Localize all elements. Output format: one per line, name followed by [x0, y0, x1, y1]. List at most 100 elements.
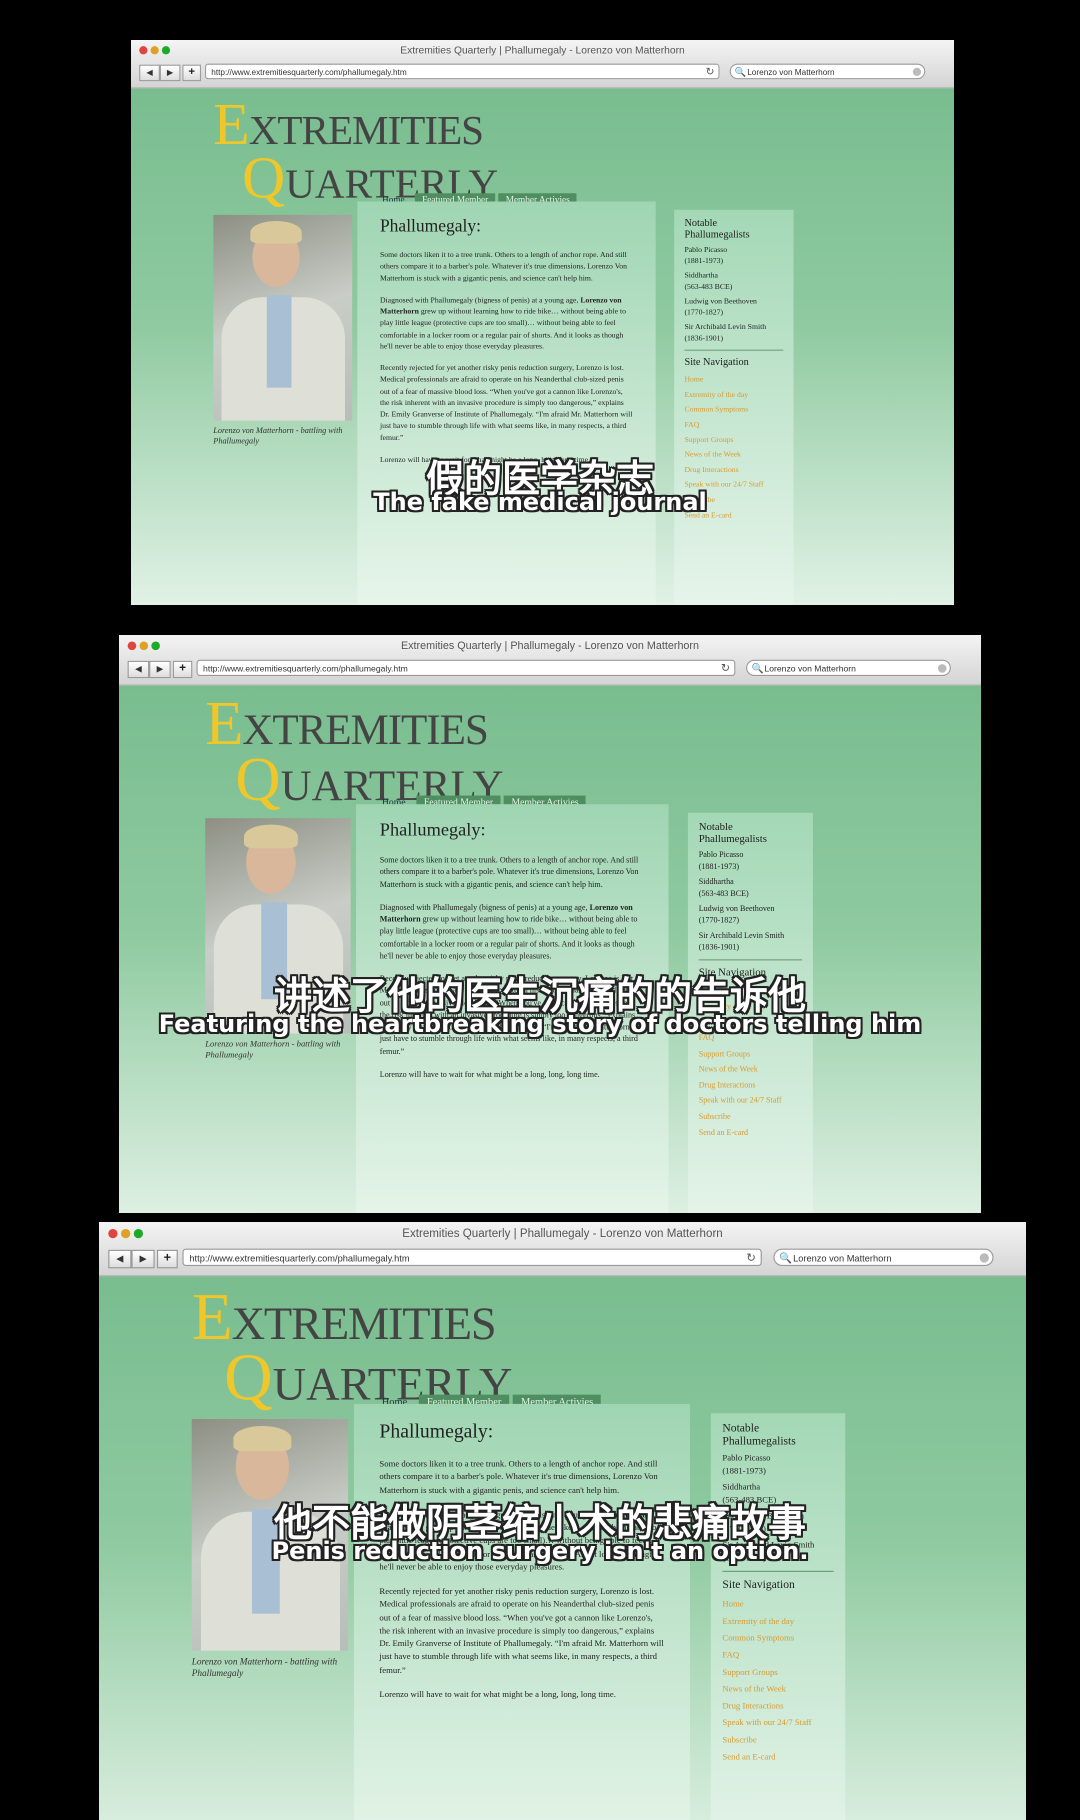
article-paragraph: Lorenzo will have to wait for what might…	[379, 1068, 600, 1079]
notable-entry: Sir Archibald Levin Smith (1836-1901)	[699, 930, 802, 953]
nav-link[interactable]: Speak with our 24/7 Staff	[699, 1093, 802, 1109]
notable-years: (563-483 BCE)	[698, 887, 749, 898]
notable-entry: Sir Archibald Levin Smith (1836-1901)	[684, 322, 783, 344]
browser-window: Extremities Quarterly | Phallumegaly - L…	[131, 40, 954, 605]
article-paragraph: Recently rejected for yet another risky …	[379, 1585, 664, 1675]
site-navigation-list: Home Extremity of the day Common Symptoms F…	[722, 1596, 833, 1765]
notable-list: Pablo Picasso (1881-1973) Siddhartha (563-4…	[699, 849, 802, 952]
notable-name: Siddhartha	[698, 876, 734, 887]
web-page: EXTREMITIES QUARTERLY Home Featured Memb…	[131, 88, 954, 605]
nav-link[interactable]: Drug Interactions	[722, 1698, 833, 1715]
browser-titlebar: Extremities Quarterly | Phallumegaly - L…	[99, 1222, 1026, 1277]
notable-years: (1881-1973)	[698, 860, 740, 871]
site-logo[interactable]: EXTREMITIES QUARTERLY	[205, 692, 503, 811]
notable-entry: Ludwig von Beethoven (1770-1827)	[699, 903, 802, 926]
nav-link[interactable]: Support Groups	[699, 1046, 802, 1062]
address-bar[interactable]: http://www.extremitiesquarterly.com/phal…	[182, 1248, 762, 1267]
nav-link[interactable]: Send an E-card	[699, 1125, 802, 1141]
nav-link[interactable]: Home	[684, 372, 783, 387]
nav-link[interactable]: News of the Week	[722, 1681, 833, 1698]
add-bookmark-button[interactable]: +	[156, 1249, 178, 1269]
nav-link[interactable]: Drug Interactions	[699, 1078, 802, 1094]
forward-button[interactable]: ▶	[159, 64, 181, 82]
reload-icon[interactable]: ↻	[706, 65, 715, 80]
reload-icon[interactable]: ↻	[721, 661, 730, 677]
nav-link[interactable]: Extremity of the day	[684, 387, 783, 402]
url-text: http://www.extremitiesquarterly.com/phal…	[189, 1253, 410, 1264]
notable-years: (1836-1901)	[684, 332, 724, 342]
subtitle-english: Featuring the heartbreaking story of doc…	[158, 1010, 922, 1038]
clear-search-icon[interactable]	[979, 1253, 989, 1263]
search-text: Lorenzo von Matterhorn	[793, 1253, 892, 1264]
nav-link[interactable]: Send an E-card	[722, 1749, 833, 1766]
search-field[interactable]: 🔍 Lorenzo von Matterhorn	[746, 659, 951, 676]
search-field[interactable]: 🔍 Lorenzo von Matterhorn	[729, 63, 926, 80]
video-frame-screenshot: Extremities Quarterly | Phallumegaly - L…	[131, 40, 954, 605]
search-icon: 🔍	[779, 1252, 793, 1264]
notable-entry: Ludwig von Beethoven (1770-1827)	[684, 296, 783, 318]
sidebar: Notable Phallumegalists Pablo Picasso (18…	[710, 1413, 846, 1820]
nav-link[interactable]: Support Groups	[722, 1664, 833, 1681]
nav-link[interactable]: Common Symptoms	[684, 402, 783, 417]
nav-link[interactable]: FAQ	[684, 417, 783, 432]
add-bookmark-button[interactable]: +	[172, 660, 193, 679]
logo-cap-q: Q	[224, 1339, 273, 1415]
notable-name: Ludwig von Beethoven	[698, 903, 775, 913]
window-title: Extremities Quarterly | Phallumegaly - L…	[400, 45, 685, 57]
article-heading: Phallumegaly:	[379, 215, 482, 236]
nav-link[interactable]: News of the Week	[699, 1062, 802, 1078]
browser-titlebar: Extremities Quarterly | Phallumegaly - L…	[131, 40, 954, 89]
nav-link[interactable]: Home	[722, 1596, 833, 1613]
clear-search-icon[interactable]	[937, 664, 947, 673]
notable-years: (1881-1973)	[684, 255, 724, 265]
notable-name: Sir Archibald Levin Smith	[684, 321, 767, 332]
site-logo[interactable]: EXTREMITIES QUARTERLY	[192, 1283, 513, 1410]
clear-search-icon[interactable]	[912, 67, 922, 77]
nav-link[interactable]: Subscribe	[722, 1732, 833, 1749]
nav-link[interactable]: Support Groups	[684, 432, 783, 447]
notable-heading: Notable Phallumegalists	[684, 217, 750, 241]
notable-name: Pablo Picasso	[722, 1452, 771, 1464]
nav-link[interactable]: Subscribe	[699, 1109, 802, 1125]
article-paragraph: Lorenzo will have to wait for what might…	[379, 1688, 616, 1700]
nav-link[interactable]: Extremity of the day	[722, 1613, 833, 1630]
forward-button[interactable]: ▶	[149, 660, 171, 679]
nav-link[interactable]: Speak with our 24/7 Staff	[722, 1715, 833, 1732]
notable-entry: Siddhartha (563-483 BCE)	[699, 876, 802, 899]
back-button[interactable]: ◀	[108, 1249, 132, 1269]
back-button[interactable]: ◀	[139, 64, 160, 82]
nav-link[interactable]: FAQ	[722, 1647, 833, 1664]
sidebar: Notable Phallumegalists Pablo Picasso (18…	[674, 209, 794, 605]
address-bar[interactable]: http://www.extremitiesquarterly.com/phal…	[205, 63, 720, 80]
notable-years: (1836-1901)	[698, 941, 740, 952]
notable-heading: Notable Phallumegalists	[698, 821, 767, 846]
search-icon: 🔍	[751, 663, 764, 674]
reload-icon[interactable]: ↻	[746, 1250, 756, 1267]
notable-entry: Siddhartha (563-483 BCE)	[684, 270, 783, 292]
video-frame-screenshot: Extremities Quarterly | Phallumegaly - L…	[119, 635, 981, 1213]
back-button[interactable]: ◀	[127, 660, 150, 679]
site-logo[interactable]: EXTREMITIES QUARTERLY	[213, 94, 498, 211]
site-navigation-heading: Site Navigation	[722, 1578, 795, 1592]
url-text: http://www.extremitiesquarterly.com/phal…	[203, 664, 408, 674]
notable-entry: Pablo Picasso (1881-1973)	[699, 849, 802, 872]
article-paragraph: Diagnosed with Phallumegaly (bigness of …	[379, 294, 626, 351]
photo-caption: Lorenzo von Matterhorn - battling with P…	[213, 425, 343, 446]
article-paragraph: Some doctors liken it to a tree trunk. O…	[379, 249, 628, 283]
notable-list: Pablo Picasso (1881-1973) Siddhartha (563-4…	[684, 245, 783, 344]
search-field[interactable]: 🔍 Lorenzo von Matterhorn	[773, 1248, 994, 1267]
nav-link[interactable]: Common Symptoms	[722, 1630, 833, 1647]
subtitle-english: Penis reduction surgery isn't an option.	[271, 1537, 809, 1565]
address-bar[interactable]: http://www.extremitiesquarterly.com/phal…	[196, 659, 736, 677]
article-heading: Phallumegaly:	[379, 1420, 494, 1443]
add-bookmark-button[interactable]: +	[182, 64, 201, 82]
sidebar-divider	[698, 959, 803, 961]
notable-entry: Pablo Picasso (1881-1973)	[684, 245, 783, 267]
notable-name: Sir Archibald Levin Smith	[698, 930, 785, 940]
browser-window: Extremities Quarterly | Phallumegaly - L…	[119, 635, 981, 1213]
search-text: Lorenzo von Matterhorn	[747, 67, 835, 78]
sidebar-divider	[722, 1570, 834, 1572]
forward-button[interactable]: ▶	[131, 1249, 155, 1269]
logo-cap-q: Q	[242, 143, 286, 211]
article-panel: Phallumegaly: Some doctors liken it to a…	[357, 201, 656, 605]
